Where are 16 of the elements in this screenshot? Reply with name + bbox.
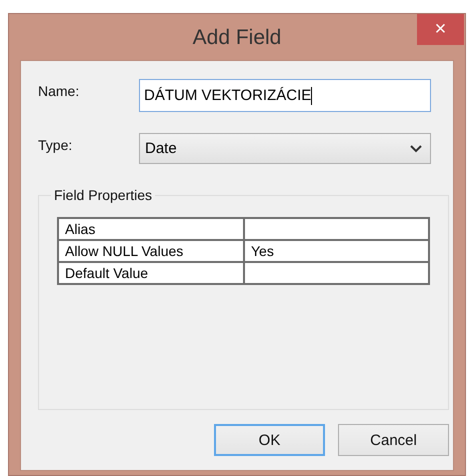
- value-cell[interactable]: [244, 218, 429, 240]
- property-cell: Alias: [58, 218, 244, 240]
- chevron-down-icon: [410, 144, 422, 152]
- value-cell[interactable]: Yes: [244, 240, 429, 262]
- value-cell[interactable]: [244, 262, 429, 284]
- type-dropdown[interactable]: Date: [139, 133, 431, 164]
- close-button[interactable]: ×: [417, 14, 464, 45]
- name-field[interactable]: DÁTUM VEKTORIZÁCIE: [139, 79, 431, 112]
- window-title: Add Field: [192, 26, 282, 50]
- field-label: Type:: [38, 137, 74, 153]
- ok-button[interactable]: OK: [214, 424, 325, 456]
- property-cell: Default Value: [58, 262, 244, 284]
- property-cell: Allow NULL Values: [58, 240, 244, 262]
- field-label: Name:: [38, 83, 80, 99]
- group-title: Field Properties: [51, 187, 156, 203]
- cancel-button[interactable]: Cancel: [338, 424, 449, 456]
